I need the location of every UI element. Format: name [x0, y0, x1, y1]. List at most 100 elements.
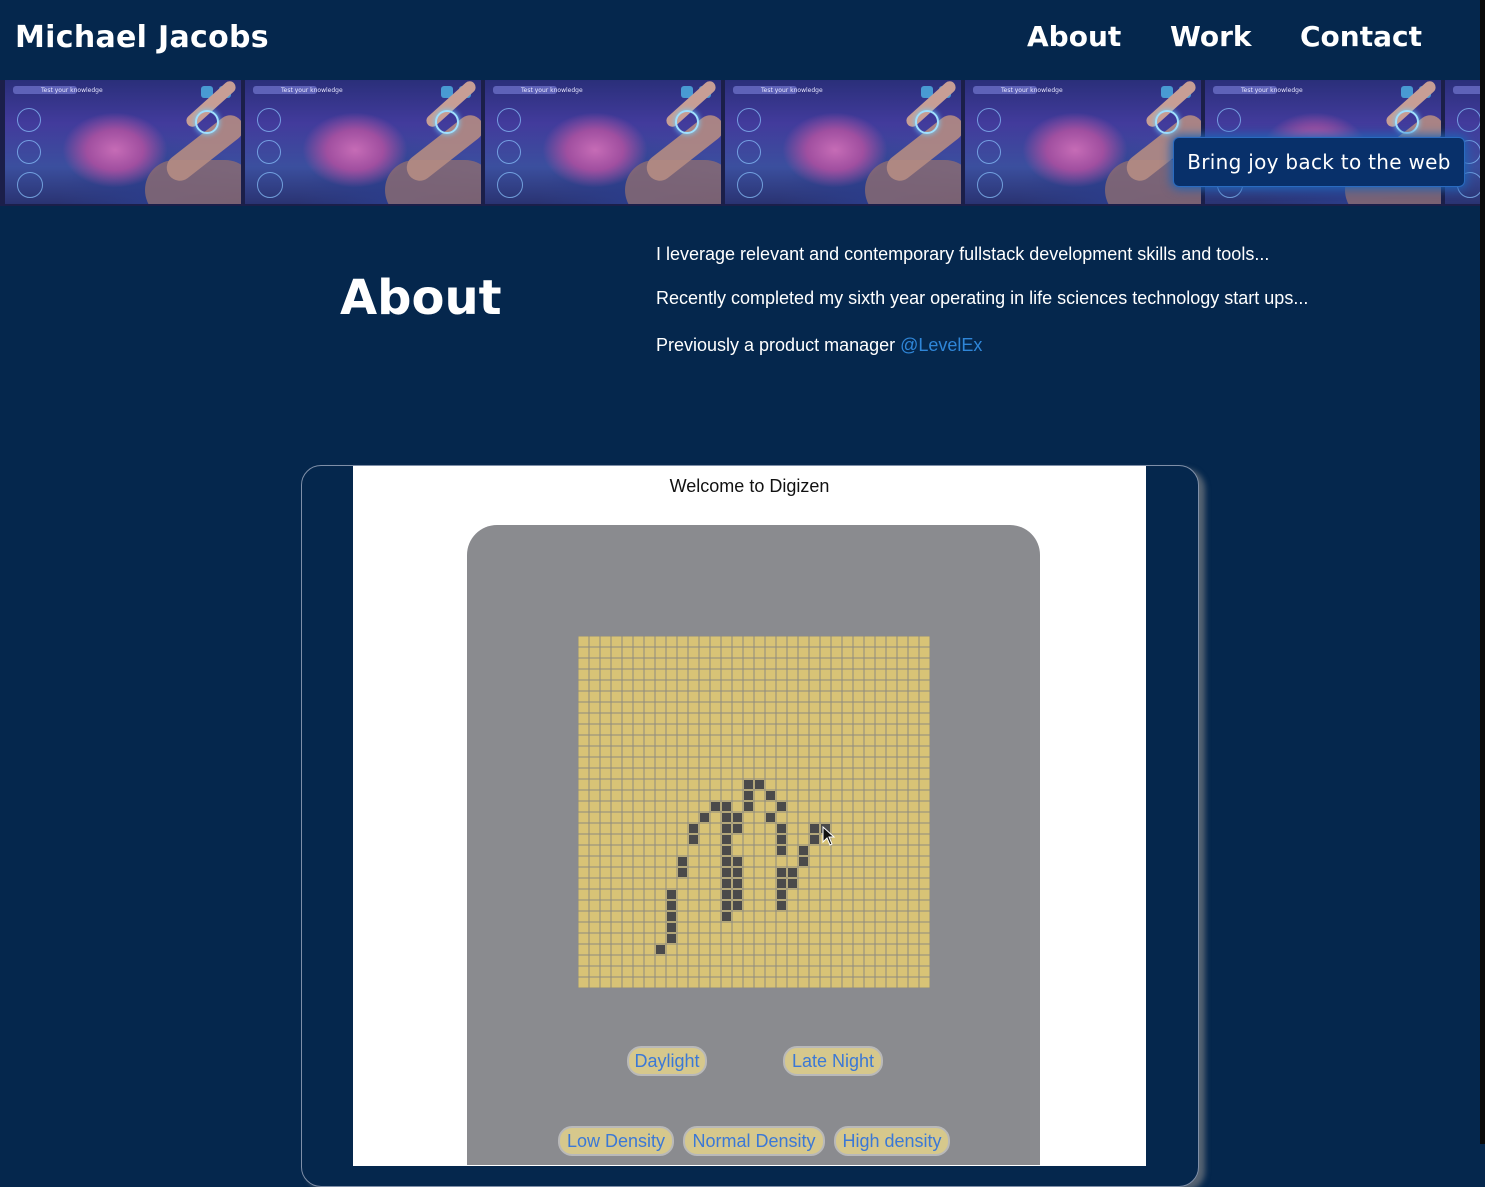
hud-circle — [977, 108, 1001, 132]
active-pixel[interactable] — [667, 923, 676, 932]
hud-circle — [257, 140, 281, 164]
target-ring-icon — [1155, 110, 1179, 134]
about-line-1: I leverage relevant and contemporary ful… — [656, 244, 1270, 264]
active-pixel[interactable] — [722, 868, 731, 877]
active-pixel[interactable] — [777, 802, 786, 811]
active-pixel[interactable] — [689, 835, 698, 844]
site-header: Michael Jacobs About Work Contact — [0, 0, 1485, 80]
active-pixel[interactable] — [656, 945, 665, 954]
hud-circle — [977, 172, 1003, 198]
active-pixel[interactable] — [744, 791, 753, 800]
active-pixel[interactable] — [733, 813, 742, 822]
mouse-cursor-icon — [822, 826, 836, 846]
active-pixel[interactable] — [689, 824, 698, 833]
active-pixel[interactable] — [733, 868, 742, 877]
active-pixel[interactable] — [733, 857, 742, 866]
pixel-grid[interactable] — [578, 636, 930, 988]
daylight-button[interactable]: Daylight — [627, 1046, 707, 1076]
active-pixel[interactable] — [722, 824, 731, 833]
hud-circle — [497, 108, 521, 132]
late-night-button[interactable]: Late Night — [783, 1046, 883, 1076]
hud-circle — [1217, 108, 1241, 132]
active-pixel[interactable] — [777, 890, 786, 899]
bring-joy-button[interactable]: Bring joy back to the web — [1173, 137, 1465, 187]
hud-circle — [1457, 108, 1481, 132]
thumbnail-caption: Test your knowledge — [281, 87, 343, 94]
active-pixel[interactable] — [788, 879, 797, 888]
active-pixel[interactable] — [733, 890, 742, 899]
nav-about[interactable]: About — [1027, 20, 1121, 53]
about-line-2: Recently completed my sixth year operati… — [656, 288, 1309, 308]
active-pixel[interactable] — [667, 912, 676, 921]
active-pixel[interactable] — [700, 813, 709, 822]
banner-thumbnail: Test your knowledge — [245, 80, 481, 204]
active-pixel[interactable] — [667, 901, 676, 910]
active-pixel[interactable] — [777, 868, 786, 877]
window-edge — [1480, 0, 1485, 1144]
about-line-3: Previously a product manager @LevelEx — [656, 335, 982, 356]
active-pixel[interactable] — [810, 835, 819, 844]
active-pixel[interactable] — [810, 824, 819, 833]
active-pixel[interactable] — [722, 802, 731, 811]
hud-circle — [497, 172, 523, 198]
low-density-button[interactable]: Low Density — [558, 1126, 674, 1156]
about-heading: About — [340, 270, 502, 326]
active-pixel[interactable] — [722, 835, 731, 844]
hud-circle — [737, 140, 761, 164]
active-pixel[interactable] — [722, 879, 731, 888]
hud-circle — [17, 172, 43, 198]
active-pixel[interactable] — [667, 934, 676, 943]
active-pixel[interactable] — [722, 912, 731, 921]
active-pixel[interactable] — [777, 879, 786, 888]
active-pixel[interactable] — [777, 824, 786, 833]
banner-thumbnail: Test your knowledge — [485, 80, 721, 204]
active-pixel[interactable] — [733, 879, 742, 888]
active-pixel[interactable] — [777, 901, 786, 910]
active-pixel[interactable] — [777, 846, 786, 855]
active-pixel[interactable] — [733, 824, 742, 833]
active-pixel[interactable] — [711, 802, 720, 811]
active-pixel[interactable] — [722, 857, 731, 866]
active-pixel[interactable] — [777, 835, 786, 844]
banner-thumbnail: Test your knowledge — [725, 80, 961, 204]
active-pixel[interactable] — [755, 780, 764, 789]
active-pixel[interactable] — [733, 901, 742, 910]
nav-contact[interactable]: Contact — [1300, 20, 1422, 53]
target-ring-icon — [915, 110, 939, 134]
thumbnail-caption: Test your knowledge — [41, 87, 103, 94]
active-pixel[interactable] — [744, 780, 753, 789]
nav-work[interactable]: Work — [1170, 20, 1252, 53]
banner-thumbnail: Test your knowledge — [965, 80, 1201, 204]
levelex-link[interactable]: @LevelEx — [900, 335, 982, 355]
active-pixel[interactable] — [722, 901, 731, 910]
active-pixel[interactable] — [766, 813, 775, 822]
target-ring-icon — [1395, 110, 1419, 134]
active-pixel[interactable] — [744, 802, 753, 811]
hud-circle — [977, 140, 1001, 164]
normal-density-button[interactable]: Normal Density — [683, 1126, 825, 1156]
target-ring-icon — [675, 110, 699, 134]
active-pixel[interactable] — [722, 813, 731, 822]
target-ring-icon — [195, 110, 219, 134]
active-pixel[interactable] — [667, 890, 676, 899]
active-pixel[interactable] — [799, 846, 808, 855]
pixel-grid-canvas[interactable] — [578, 636, 930, 988]
brand-name[interactable]: Michael Jacobs — [15, 20, 269, 55]
thumbnail-caption: Test your knowledge — [1241, 87, 1303, 94]
thumbnail-caption: Test your knowledge — [1001, 87, 1063, 94]
hud-circle — [257, 108, 281, 132]
active-pixel[interactable] — [788, 868, 797, 877]
active-pixel[interactable] — [678, 868, 687, 877]
active-pixel[interactable] — [678, 857, 687, 866]
active-pixel[interactable] — [766, 791, 775, 800]
thumbnail-caption: Test your knowledge — [761, 87, 823, 94]
active-pixel[interactable] — [722, 846, 731, 855]
hud-circle — [737, 108, 761, 132]
about-line-3-text: Previously a product manager — [656, 335, 901, 355]
hud-circle — [737, 172, 763, 198]
high-density-button[interactable]: High density — [834, 1126, 950, 1156]
hud-circle — [17, 140, 41, 164]
active-pixel[interactable] — [722, 890, 731, 899]
banner-thumbnail: Test your knowledge — [5, 80, 241, 204]
active-pixel[interactable] — [799, 857, 808, 866]
